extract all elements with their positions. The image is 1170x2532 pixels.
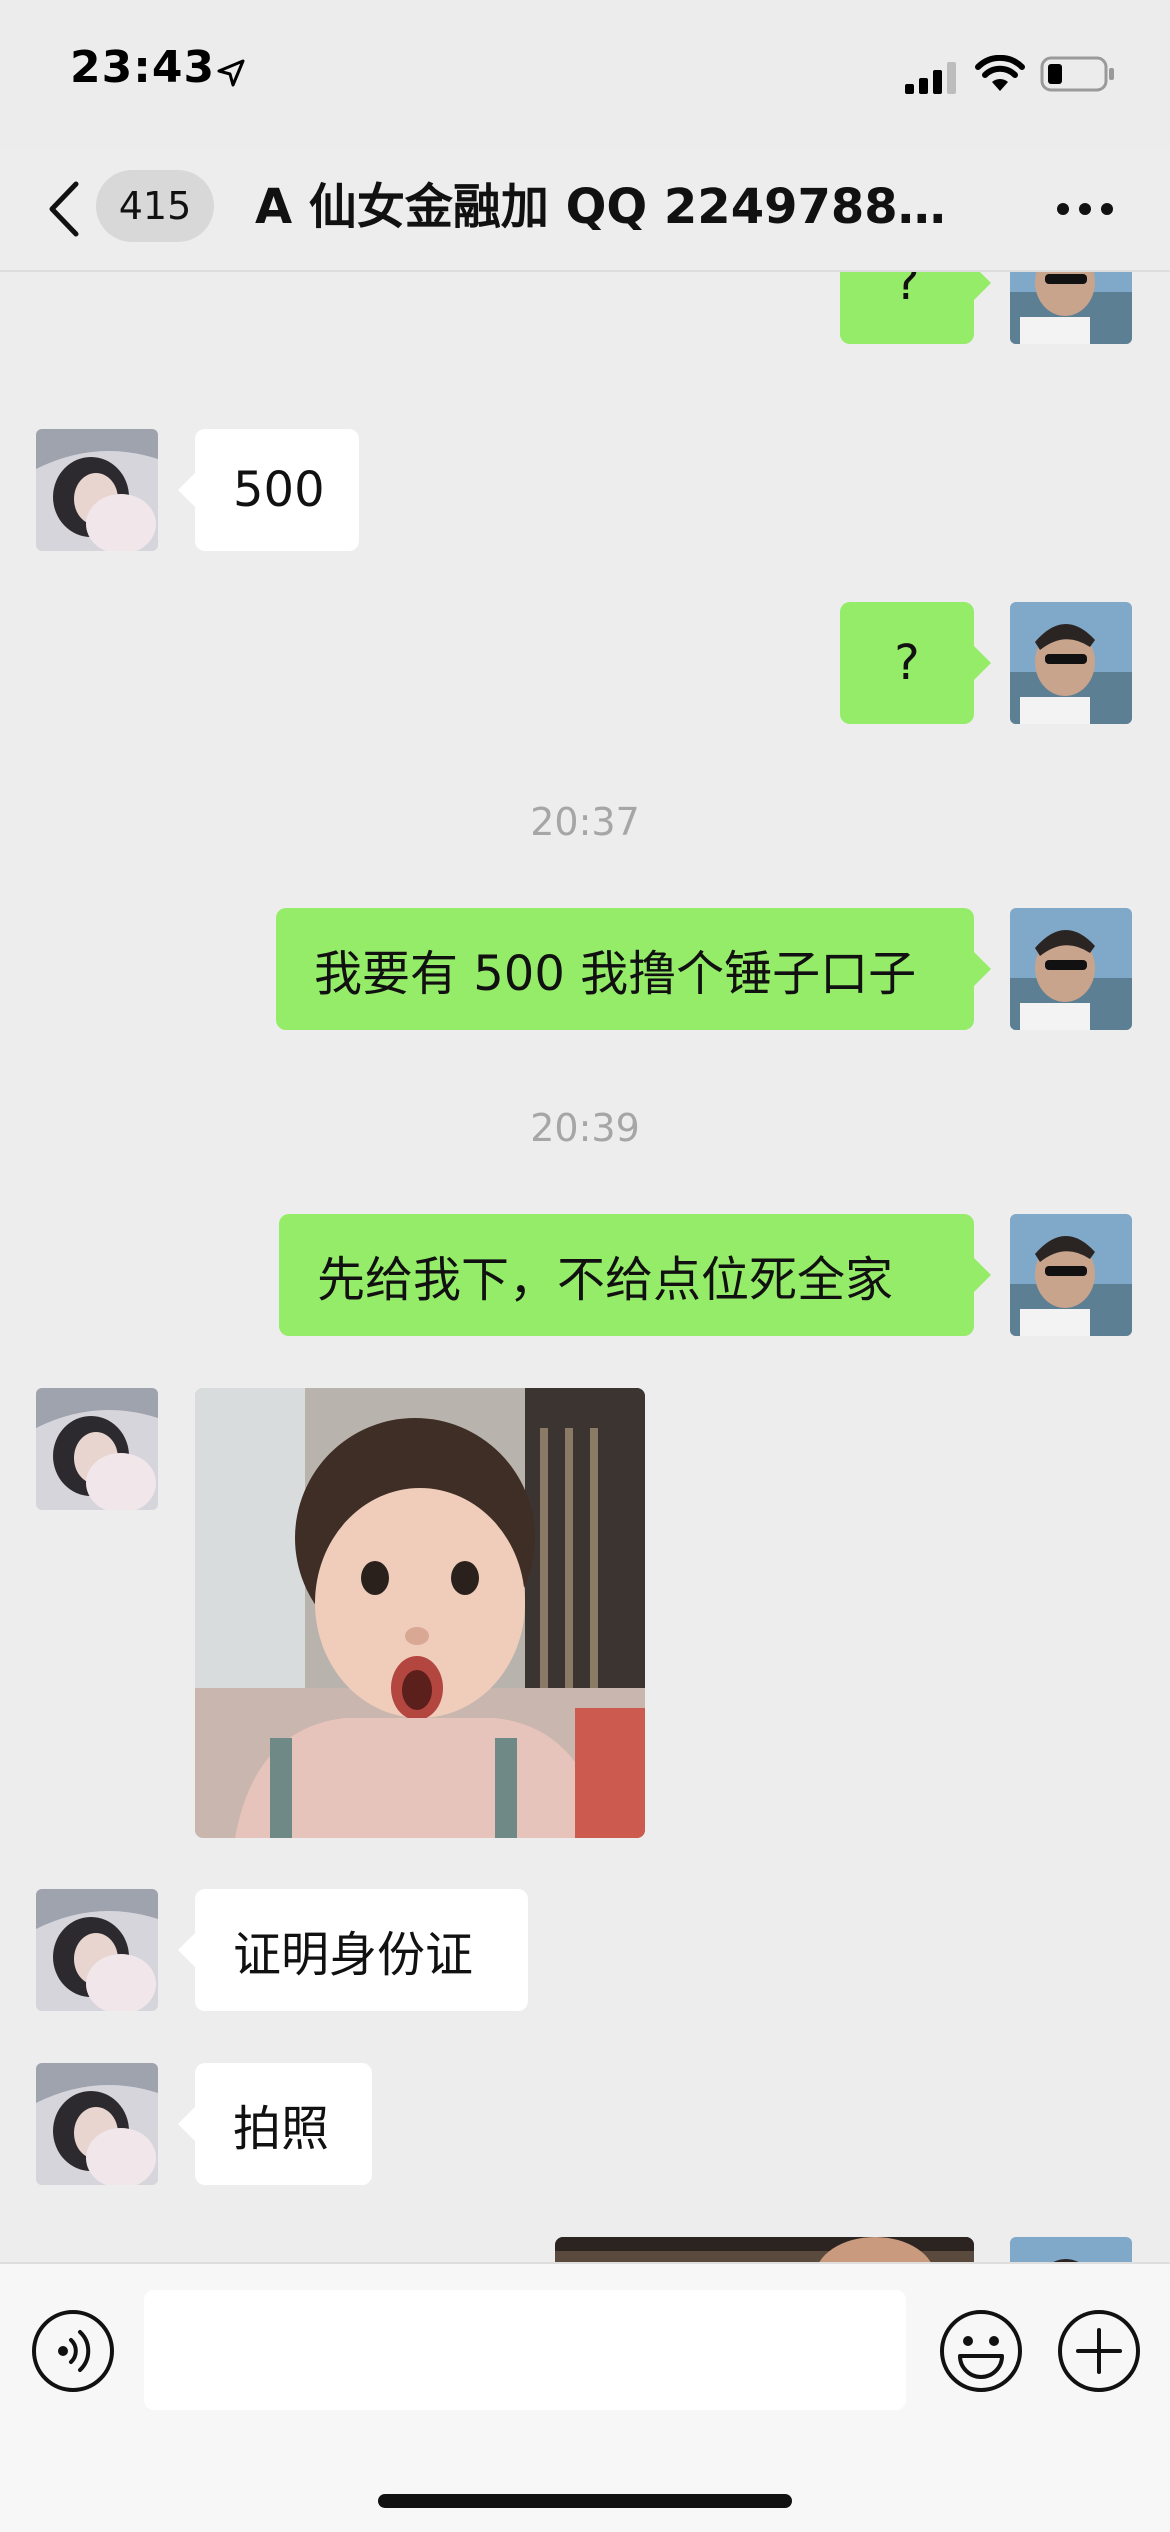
message-text: 证明身份证 (233, 1927, 474, 1983)
timestamp: 20:39 (530, 1106, 640, 1150)
back-chevron-icon[interactable] (46, 180, 82, 238)
surprised-child-photo (195, 1388, 645, 1838)
self-avatar[interactable] (1010, 1214, 1132, 1336)
outgoing-photo (555, 2237, 974, 2262)
self-avatar[interactable] (1010, 602, 1132, 724)
outgoing-message-bubble[interactable]: ? (840, 602, 991, 724)
more-options-icon[interactable] (1056, 202, 1114, 216)
self-avatar-image (1010, 908, 1132, 1030)
chat-title: A 仙女金融加 QQ 22497884... (255, 179, 975, 235)
contact-avatar-image (36, 1388, 158, 1510)
status-bar: 23:43 (0, 0, 1170, 150)
emoji-icon[interactable] (938, 2308, 1024, 2394)
incoming-message-bubble[interactable]: 500 (178, 429, 359, 551)
contact-avatar-image (36, 2063, 158, 2185)
contact-avatar[interactable] (36, 429, 158, 551)
input-bar (0, 2262, 1170, 2532)
contact-avatar-image (36, 429, 158, 551)
unread-count-badge[interactable]: 415 (96, 170, 214, 242)
self-avatar[interactable] (1010, 2237, 1132, 2262)
home-indicator (378, 2494, 792, 2508)
contact-avatar[interactable] (36, 2063, 158, 2185)
outgoing-message-bubble[interactable]: 先给我下，不给点位死全家 (279, 1214, 991, 1336)
battery-icon (1040, 56, 1114, 92)
incoming-message-bubble[interactable]: 拍照 (178, 2063, 372, 2185)
add-attachment-icon[interactable] (1056, 2308, 1142, 2394)
outgoing-image-message[interactable] (555, 2237, 974, 2262)
cellular-signal-icon (905, 62, 956, 94)
incoming-image-message[interactable] (195, 1388, 645, 1838)
self-avatar-image (1010, 272, 1132, 344)
message-list[interactable]: ? 500 ? 20:37 我要有 500 我撸个锤子口子 20:39 先给我下… (0, 272, 1170, 2262)
wifi-icon (975, 55, 1025, 91)
self-avatar-image (1010, 2237, 1132, 2262)
message-text: 500 (233, 462, 325, 518)
incoming-message-bubble[interactable]: 证明身份证 (178, 1889, 528, 2011)
message-text: ? (894, 635, 920, 691)
self-avatar[interactable] (1010, 272, 1132, 344)
contact-avatar-image (36, 1889, 158, 2011)
timestamp: 20:37 (530, 800, 640, 844)
contact-avatar[interactable] (36, 1889, 158, 2011)
outgoing-message-bubble[interactable]: 我要有 500 我撸个锤子口子 (276, 908, 991, 1030)
message-input[interactable] (144, 2290, 906, 2410)
message-text: ? (894, 272, 920, 311)
self-avatar[interactable] (1010, 908, 1132, 1030)
status-time: 23:43 (70, 42, 216, 93)
message-text: 拍照 (233, 2101, 330, 2157)
outgoing-message-bubble[interactable]: ? (840, 272, 991, 344)
contact-avatar[interactable] (36, 1388, 158, 1510)
self-avatar-image (1010, 1214, 1132, 1336)
message-text: 我要有 500 我撸个锤子口子 (314, 946, 917, 1002)
location-arrow-icon (217, 59, 245, 87)
voice-input-icon[interactable] (30, 2308, 116, 2394)
message-text: 先给我下，不给点位死全家 (317, 1252, 894, 1308)
chat-header: 415 A 仙女金融加 QQ 22497884... (0, 150, 1170, 272)
self-avatar-image (1010, 602, 1132, 724)
